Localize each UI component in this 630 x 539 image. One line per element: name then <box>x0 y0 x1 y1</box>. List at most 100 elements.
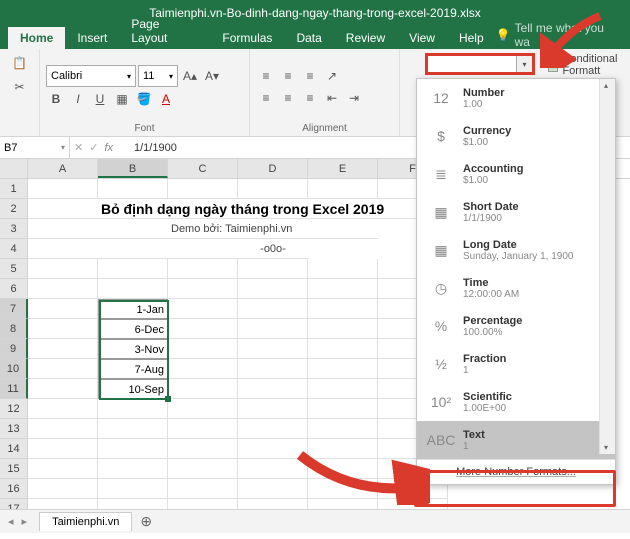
tab-help[interactable]: Help <box>447 27 496 49</box>
font-group-label: Font <box>46 123 243 134</box>
row-header[interactable]: 3 <box>0 219 28 239</box>
align-middle-icon[interactable]: ≡ <box>278 66 298 86</box>
font-size-select[interactable]: 11▾ <box>138 65 178 87</box>
data-cell[interactable]: 3-Nov <box>98 339 168 359</box>
format-icon: ½ <box>427 351 455 377</box>
tab-formulas[interactable]: Formulas <box>210 27 284 49</box>
col-header[interactable]: B <box>98 159 168 178</box>
align-bottom-icon[interactable]: ≡ <box>300 66 320 86</box>
tab-home[interactable]: Home <box>8 27 65 49</box>
tab-page-layout[interactable]: Page Layout <box>119 13 210 49</box>
format-icon: 12 <box>427 85 455 111</box>
paste-icon[interactable]: 📋 <box>10 53 30 73</box>
bold-button[interactable]: B <box>46 89 66 109</box>
row-header[interactable]: 7 <box>0 299 28 319</box>
align-top-icon[interactable]: ≡ <box>256 66 276 86</box>
tab-review[interactable]: Review <box>334 27 397 49</box>
format-icon: ▦ <box>427 237 455 263</box>
tab-insert[interactable]: Insert <box>65 27 119 49</box>
fill-color-icon[interactable]: 🪣 <box>134 89 154 109</box>
title-cell[interactable]: Bỏ định dạng ngày tháng trong Excel 2019 <box>98 199 448 219</box>
data-cell[interactable]: 6-Dec <box>98 319 168 339</box>
format-icon: ◷ <box>427 275 455 301</box>
data-cell[interactable]: 10-Sep <box>98 379 168 399</box>
format-name: Long Date <box>463 239 573 251</box>
col-header[interactable]: A <box>28 159 98 178</box>
name-box[interactable]: B7 <box>0 137 70 158</box>
chevron-down-icon[interactable]: ▾ <box>516 56 532 72</box>
row-header[interactable]: 15 <box>0 459 28 479</box>
format-sample: $1.00 <box>463 137 511 148</box>
decrease-font-icon[interactable]: A▾ <box>202 66 222 86</box>
font-color-icon[interactable]: A <box>156 89 176 109</box>
row-header[interactable]: 5 <box>0 259 28 279</box>
more-number-formats[interactable]: More Number Formats... <box>417 459 615 484</box>
underline-button[interactable]: U <box>90 89 110 109</box>
align-left-icon[interactable]: ≡ <box>256 88 276 108</box>
number-format-long-date[interactable]: ▦ Long DateSunday, January 1, 1900 <box>417 231 615 269</box>
cancel-icon[interactable]: ✕ <box>74 141 83 154</box>
col-header[interactable]: E <box>308 159 378 178</box>
row-header[interactable]: 13 <box>0 419 28 439</box>
number-format-scientific[interactable]: 10²Scientific1.00E+00 <box>417 383 615 421</box>
cut-icon[interactable]: ✂ <box>10 77 30 97</box>
number-format-accounting[interactable]: ≣Accounting$1.00 <box>417 155 615 193</box>
indent-right-icon[interactable]: ⇥ <box>344 88 364 108</box>
format-icon: % <box>427 313 455 339</box>
subtitle-cell[interactable]: Demo bởi: Taimienphi.vn <box>168 219 378 239</box>
number-format-time[interactable]: ◷Time12:00:00 AM <box>417 269 615 307</box>
tab-data[interactable]: Data <box>284 27 333 49</box>
align-right-icon[interactable]: ≡ <box>300 88 320 108</box>
number-format-fraction[interactable]: ½Fraction1 <box>417 345 615 383</box>
row-header[interactable]: 1 <box>0 179 28 199</box>
row-header[interactable]: 11 <box>0 379 28 399</box>
ribbon-tabs: Home Insert Page Layout Formulas Data Re… <box>0 25 630 49</box>
italic-button[interactable]: I <box>68 89 88 109</box>
number-format-short-date[interactable]: ▦Short Date1/1/1900 <box>417 193 615 231</box>
orientation-icon[interactable]: ↗ <box>322 66 342 86</box>
font-group: Calibri▾ 11▾ A▴ A▾ B I U ▦ 🪣 A Font <box>40 49 250 136</box>
ooo-cell[interactable]: -o0o- <box>238 239 308 259</box>
row-header[interactable]: 8 <box>0 319 28 339</box>
font-family-select[interactable]: Calibri▾ <box>46 65 136 87</box>
data-cell[interactable]: 7-Aug <box>98 359 168 379</box>
format-sample: 1.00 <box>463 99 505 110</box>
number-format-percentage[interactable]: %Percentage100.00% <box>417 307 615 345</box>
tab-view[interactable]: View <box>397 27 447 49</box>
row-header[interactable]: 12 <box>0 399 28 419</box>
row-header[interactable]: 4 <box>0 239 28 259</box>
format-icon: ≣ <box>427 161 455 187</box>
format-icon: ▦ <box>427 199 455 225</box>
sheet-tab[interactable]: Taimienphi.vn <box>39 512 132 531</box>
format-sample: Sunday, January 1, 1900 <box>463 251 573 262</box>
row-header[interactable]: 10 <box>0 359 28 379</box>
border-icon[interactable]: ▦ <box>112 89 132 109</box>
format-icon: ABC <box>427 427 455 453</box>
data-cell[interactable]: 1-Jan <box>98 299 168 319</box>
clipboard-group: 📋 ✂ <box>0 49 40 136</box>
annotation-arrow <box>540 8 610 68</box>
number-format-dropdown[interactable]: ▾ <box>425 53 535 75</box>
row-header[interactable]: 16 <box>0 479 28 499</box>
row-header[interactable]: 2 <box>0 199 28 219</box>
col-header[interactable]: D <box>238 159 308 178</box>
number-format-number[interactable]: 12Number1.00 <box>417 79 615 117</box>
fx-icon[interactable]: fx <box>104 142 113 154</box>
number-format-text[interactable]: ABCText1 <box>417 421 615 459</box>
row-header[interactable]: 9 <box>0 339 28 359</box>
increase-font-icon[interactable]: A▴ <box>180 66 200 86</box>
sheet-nav-first-icon[interactable]: ◂ <box>8 515 14 528</box>
row-header[interactable]: 14 <box>0 439 28 459</box>
indent-left-icon[interactable]: ⇤ <box>322 88 342 108</box>
col-header[interactable]: C <box>168 159 238 178</box>
sheet-nav-last-icon[interactable]: ▸ <box>22 515 28 528</box>
add-sheet-button[interactable]: ⊕ <box>132 513 160 530</box>
scrollbar[interactable] <box>599 79 615 454</box>
format-name: Scientific <box>463 391 512 403</box>
select-all-corner[interactable] <box>0 159 28 178</box>
align-center-icon[interactable]: ≡ <box>278 88 298 108</box>
number-format-currency[interactable]: $Currency$1.00 <box>417 117 615 155</box>
enter-icon[interactable]: ✓ <box>89 141 98 154</box>
row-header[interactable]: 6 <box>0 279 28 299</box>
format-sample: $1.00 <box>463 175 524 186</box>
